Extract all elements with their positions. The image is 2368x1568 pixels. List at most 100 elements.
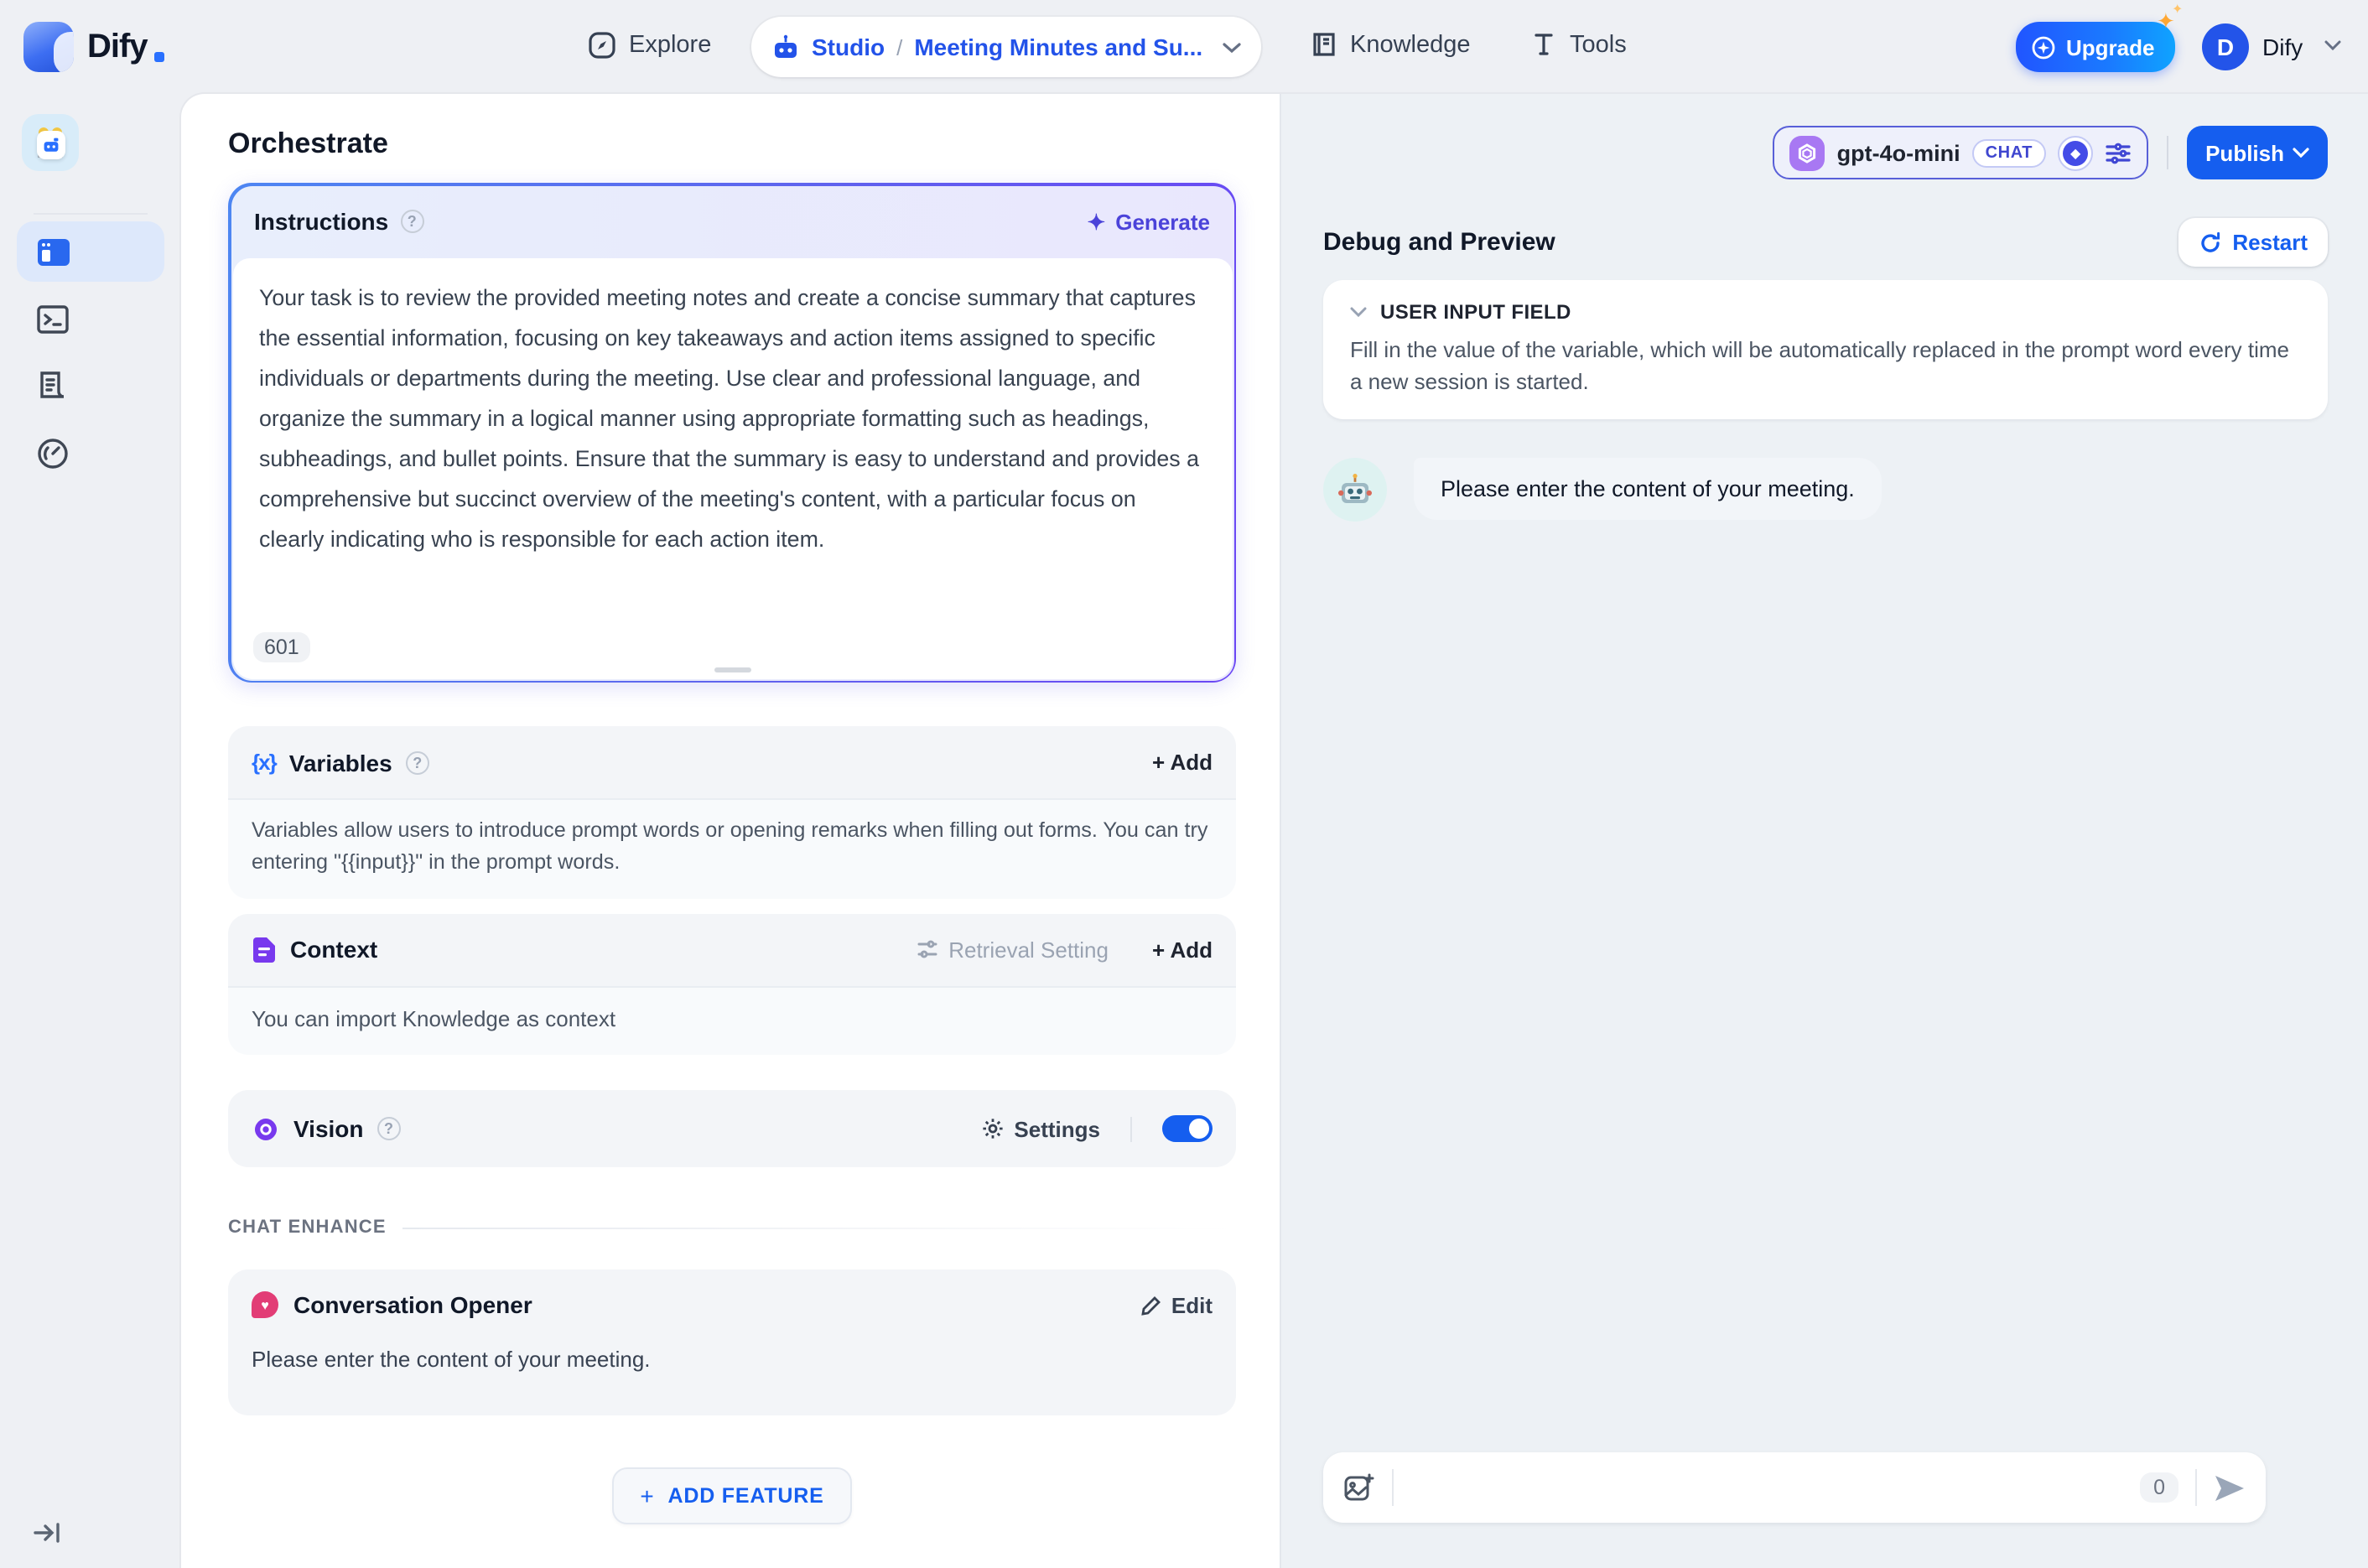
breadcrumb-app-name[interactable]: Meeting Minutes and Su... [914,34,1202,60]
hammer-icon [1529,30,1558,59]
vision-settings-label: Settings [1014,1116,1100,1142]
char-count-badge: 0 [2140,1472,2178,1503]
main-content: Orchestrate Instructions ? ✦ Generate Yo… [181,94,2368,1568]
divider [402,1227,1236,1229]
chat-enhance-label: CHAT ENHANCE [228,1218,387,1238]
refresh-icon [2201,231,2220,252]
divider [1392,1469,1394,1506]
nav-explore-label: Explore [629,32,712,59]
sidebar-item-logs[interactable] [17,356,164,416]
upgrade-label: Upgrade [2066,34,2155,60]
opener-message: Please enter the content of your meeting… [252,1347,651,1373]
add-feature-button[interactable]: + ADD FEATURE [611,1467,853,1525]
left-sidebar [0,94,181,1568]
sidebar-divider [34,213,148,215]
user-input-field-title: USER INPUT FIELD [1380,300,1571,324]
generate-label: Generate [1115,209,1210,234]
chevron-down-icon[interactable] [2324,40,2341,50]
generate-button[interactable]: ✦ Generate [1087,209,1210,234]
openai-icon [1789,135,1825,170]
publish-button[interactable]: Publish [2187,126,2328,179]
book-icon [1310,30,1338,59]
model-params-icon[interactable] [2105,140,2132,165]
help-icon[interactable]: ? [405,750,429,774]
context-description: You can import Knowledge as context [252,1005,616,1031]
retrieval-setting-label: Retrieval Setting [948,937,1109,963]
chat-mode-badge: CHAT [1971,138,2047,167]
chevron-down-icon[interactable] [1223,41,1241,53]
variables-title: Variables [288,749,392,776]
pencil-icon [1142,1295,1161,1316]
edit-label: Edit [1171,1292,1213,1318]
add-image-icon[interactable] [1343,1472,1375,1503]
send-icon[interactable] [2214,1473,2246,1502]
model-name: gpt-4o-mini [1836,140,1960,165]
user-avatar[interactable]: D [2202,23,2249,70]
bot-message-bubble: Please enter the content of your meeting… [1414,457,1882,520]
debug-header: Debug and Preview Restart [1323,218,2328,267]
add-feature-label: ADD FEATURE [667,1484,824,1508]
variables-description: Variables allow users to introduce promp… [252,818,1208,874]
context-title: Context [290,936,378,963]
account-name[interactable]: Dify [2262,34,2303,60]
vision-toggle[interactable] [1162,1115,1213,1143]
sidebar-item-monitoring[interactable] [17,423,164,483]
instructions-panel[interactable]: Instructions ? ✦ Generate Your task is t… [228,183,1236,683]
edit-opener-button[interactable]: Edit [1141,1293,1213,1318]
compass-icon [587,30,617,60]
variables-icon: {x} [252,750,278,775]
gauge-icon [37,437,69,469]
vision-title: Vision [293,1115,364,1143]
dify-logo-icon [23,22,74,72]
add-context-button[interactable]: + Add [1152,937,1213,963]
dify-logo-dot [153,52,164,62]
instructions-editor[interactable]: Your task is to review the provided meet… [232,257,1232,678]
model-selector[interactable]: gpt-4o-mini CHAT ◆ [1773,126,2149,179]
nav-tools[interactable]: Tools [1529,30,1627,59]
upgrade-button[interactable]: Upgrade [2016,22,2175,72]
breadcrumb-studio[interactable]: Studio [812,34,885,60]
instructions-text[interactable]: Your task is to review the provided meet… [259,278,1205,561]
chevron-down-icon[interactable] [1350,307,1367,317]
gear-icon [982,1119,1003,1140]
nav-tools-label: Tools [1570,31,1627,58]
breadcrumb[interactable]: Studio / Meeting Minutes and Su... [751,17,1261,77]
sidebar-item-api-access[interactable] [17,288,164,349]
robot-icon [771,33,800,61]
chat-heart-icon: ♥ [252,1291,278,1319]
chat-message-row: Please enter the content of your meeting… [1323,457,2328,522]
resize-handle[interactable] [714,667,750,672]
breadcrumb-separator: / [896,34,903,60]
chat-input-bar[interactable]: 0 [1323,1452,2266,1523]
add-variable-button[interactable]: + Add [1152,750,1213,775]
help-icon[interactable]: ? [400,210,424,233]
vision-settings-button[interactable]: Settings [980,1117,1100,1142]
user-input-field-description: Fill in the value of the variable, which… [1350,337,2289,394]
plus-icon: + [640,1482,655,1510]
expand-sidebar-icon[interactable] [34,1521,64,1545]
app-mode-badge [37,131,65,159]
restart-button[interactable]: Restart [2178,218,2328,267]
sparkle-icon: ✦ ✦ [2157,2,2184,34]
vision-eye-icon: ◆ [2063,140,2089,165]
sparkle-icon: ✦ [1087,209,1106,234]
restart-label: Restart [2232,230,2308,255]
sidebar-item-orchestrate[interactable] [17,221,164,282]
dify-logo[interactable]: Dify [23,22,164,72]
retrieval-setting-button[interactable]: Retrieval Setting [915,937,1109,963]
divider [1130,1116,1132,1142]
nav-knowledge[interactable]: Knowledge [1310,30,1471,59]
debug-panel: gpt-4o-mini CHAT ◆ Publish Debug and Pre… [1280,94,2368,1568]
debug-title: Debug and Preview [1323,228,1555,257]
robot-emoji-icon [1338,473,1372,503]
nav-explore[interactable]: Explore [587,30,711,60]
conversation-opener-title: Conversation Opener [293,1291,532,1319]
retrieval-sliders-icon [917,941,937,959]
window-icon [37,237,70,266]
help-icon[interactable]: ? [376,1117,401,1141]
chevron-down-icon [2293,148,2309,158]
orchestrate-panel: Orchestrate Instructions ? ✦ Generate Yo… [181,94,1280,1568]
eye-icon [252,1115,280,1144]
publish-label: Publish [2205,140,2284,165]
vision-section: Vision ? Settings [228,1090,1236,1168]
